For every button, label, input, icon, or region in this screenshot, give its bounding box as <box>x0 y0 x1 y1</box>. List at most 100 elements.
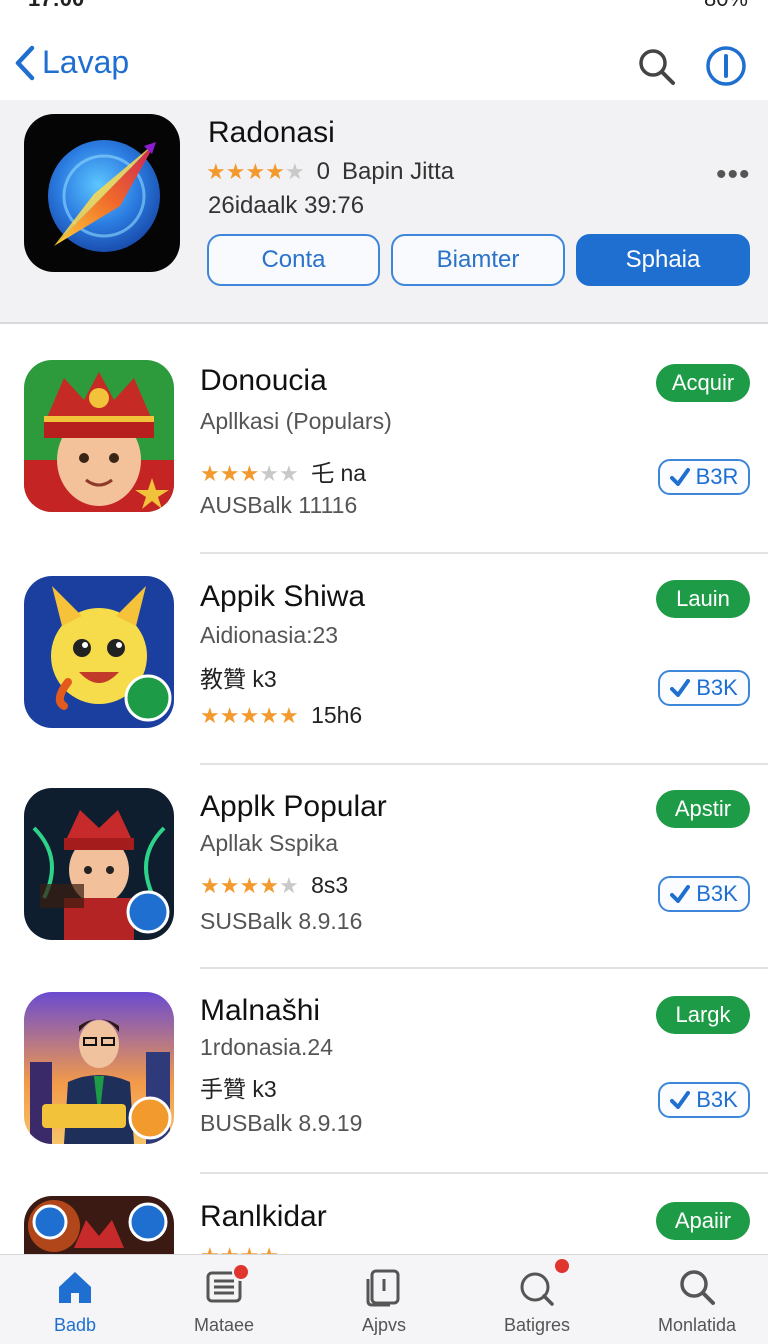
tab-search[interactable]: Monlatida <box>642 1267 752 1341</box>
rating-count: 0 <box>316 158 331 185</box>
star-icon: ★ <box>245 159 266 184</box>
tab-bar: Badb Mataee Ajpvs Batigres Monlatida <box>0 1254 768 1344</box>
tab-games[interactable]: Batigres <box>482 1257 592 1341</box>
tab-list[interactable]: Mataee <box>169 1263 279 1341</box>
status-right: 80% <box>704 0 748 12</box>
biamter-button[interactable]: Biamter <box>391 234 565 286</box>
checkmark-icon <box>670 885 691 903</box>
back-label: Lavap <box>42 44 130 80</box>
checkmark-icon <box>670 679 691 697</box>
app-rating: ★ ★ ★ ★ ★ 15h6 <box>200 702 362 729</box>
launch-button[interactable]: Lauin <box>656 580 750 618</box>
app-rating: ★ ★ ★ ★ <box>200 1242 279 1255</box>
download-size: B3K <box>696 1087 738 1112</box>
star-icon: ★ <box>206 159 226 184</box>
star-icon: ★ <box>219 461 240 486</box>
back-button[interactable]: Lavap <box>14 44 129 81</box>
row-divider <box>200 763 768 765</box>
get-button[interactable]: Acquir <box>656 364 750 402</box>
list-item[interactable]: Malnašhi 1rdonasia.24 手贊 k3 BUSBalk 8.9.… <box>0 976 768 1186</box>
row-divider <box>200 1172 768 1174</box>
star-icon: ★ <box>259 461 279 486</box>
warrior-fire-icon[interactable] <box>24 1196 174 1254</box>
star-icon: ★ <box>239 873 260 898</box>
more-options-icon[interactable]: ••• <box>716 158 751 192</box>
app-rating: ★ ★ ★ ★ ★ 8s3 <box>200 872 348 899</box>
businessman-city-icon[interactable] <box>24 992 174 1144</box>
app-tag: 教贊 k3 <box>200 666 277 692</box>
tab-home[interactable]: Badb <box>20 1267 130 1341</box>
download-button[interactable]: B3R <box>658 459 750 495</box>
battery-level: 80% <box>704 0 748 12</box>
app-name: Applk Popular <box>200 790 387 823</box>
yellow-creature-icon[interactable] <box>24 576 174 728</box>
star-icon: ★ <box>278 461 299 486</box>
app-size-info: BUSBalk 8.9.19 <box>200 1110 363 1136</box>
nav-bar: Lavap <box>0 34 768 98</box>
sphaia-button[interactable]: Sphaia <box>576 234 750 286</box>
rating-text: 8s3 <box>311 872 349 898</box>
star-icon: ★ <box>200 1245 220 1255</box>
download-button[interactable]: B3K <box>658 876 750 912</box>
hero-stars: ★ ★ ★ ★ ★ <box>206 161 305 183</box>
app-category: Aidionasia:23 <box>200 622 339 648</box>
star-icon: ★ <box>265 159 285 184</box>
tab-label: Mataee <box>193 1315 255 1335</box>
star-icon: ★ <box>239 703 260 728</box>
featured-app-title: Radonasi <box>208 116 335 149</box>
info-icon[interactable] <box>704 44 748 88</box>
install-button[interactable]: Apstir <box>656 790 750 828</box>
star-icon: ★ <box>200 873 220 898</box>
app-category: Apllkasi (Populars) <box>200 408 392 434</box>
status-time: 17:00 <box>28 0 84 12</box>
app-category: Apllak Sspika <box>200 830 339 856</box>
checkmark-icon <box>670 1091 691 1109</box>
chevron-left-icon <box>15 45 35 80</box>
rating-text: 乇 na <box>311 460 367 486</box>
search-icon[interactable] <box>636 46 676 86</box>
featured-app-header: Radonasi ★ ★ ★ ★ ★ 0 Bapin Jitta 26idaal… <box>0 100 768 322</box>
checkmark-icon <box>669 468 690 486</box>
list-item[interactable]: Applk Popular Apllak Sspika ★ ★ ★ ★ ★ 8s… <box>0 772 768 982</box>
get-button[interactable]: Largk <box>656 996 750 1034</box>
star-icon: ★ <box>239 461 260 486</box>
app-name: Ranlkidar <box>200 1200 327 1233</box>
developer-name: Bapin Jitta <box>342 158 455 185</box>
download-size: B3K <box>696 881 738 906</box>
app-name: Malnašhi <box>200 994 321 1027</box>
app-size-info: SUSBalk 8.9.16 <box>200 908 363 934</box>
conta-button[interactable]: Conta <box>207 234 380 286</box>
star-icon: ★ <box>220 1245 240 1255</box>
rating-text: 15h6 <box>311 702 363 728</box>
tab-label: Monlatida <box>657 1315 737 1335</box>
compass-app-icon[interactable] <box>24 114 180 272</box>
row-divider <box>200 967 768 969</box>
tab-apps[interactable]: Ajpvs <box>329 1267 439 1341</box>
tab-label: Batigres <box>503 1315 571 1335</box>
download-button[interactable]: B3K <box>658 1082 750 1118</box>
download-button[interactable]: B3K <box>658 670 750 706</box>
apps-icon <box>366 1269 400 1307</box>
download-size: B3K <box>696 675 738 700</box>
app-rating: ★ ★ ★ ★ ★ 乇 na <box>200 454 366 488</box>
games-icon <box>517 1257 571 1307</box>
tab-label: Badb <box>53 1315 97 1335</box>
warrior-king-icon[interactable] <box>24 788 174 940</box>
get-button[interactable]: Apaiir <box>656 1202 750 1240</box>
star-icon: ★ <box>219 703 240 728</box>
tab-label: Ajpvs <box>361 1315 406 1335</box>
king-avatar-icon[interactable] <box>24 360 174 512</box>
star-icon: ★ <box>200 461 220 486</box>
star-icon: ★ <box>278 873 299 898</box>
list-item[interactable]: Donoucia Apllkasi (Populars) ★ ★ ★ ★ ★ 乇… <box>0 344 768 554</box>
download-size: B3R <box>695 464 739 489</box>
star-icon: ★ <box>278 703 299 728</box>
notification-badge <box>553 1257 571 1275</box>
featured-app-subtitle: 26idaalk 39:76 <box>208 192 365 219</box>
list-item[interactable]: Ranlkidar ★ ★ ★ ★ Apaiir <box>0 1180 768 1254</box>
notification-badge <box>232 1263 250 1281</box>
app-name: Donoucia <box>200 364 327 397</box>
star-icon: ★ <box>259 1245 279 1255</box>
search-icon <box>680 1270 715 1305</box>
list-item[interactable]: Appik Shiwa Aidionasia:23 教贊 k3 ★ ★ ★ ★ … <box>0 560 768 770</box>
